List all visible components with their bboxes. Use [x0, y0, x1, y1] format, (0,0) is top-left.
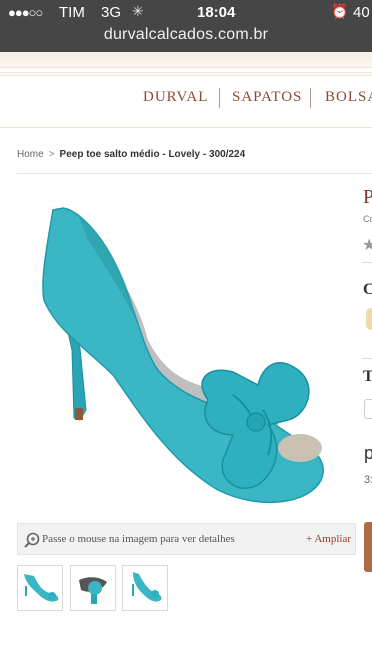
thumbnail-3[interactable] — [122, 565, 168, 611]
network-type: 3G — [101, 4, 122, 21]
magnifier-icon — [24, 532, 40, 548]
divider — [362, 358, 372, 359]
shoe-thumbnail-icon — [24, 574, 59, 602]
size-select[interactable] — [364, 399, 372, 419]
status-bar: ●●●○○ TIM 3G ✳ 18:04 ⏰ 40 durvalcalcados… — [0, 0, 372, 52]
signal-strength: ●●●○○ — [8, 5, 43, 20]
installments: 3: — [364, 474, 372, 486]
breadcrumb-separator: > — [48, 149, 55, 160]
breadcrumb-current: Peep toe salto médio - Lovely - 300/224 — [59, 149, 246, 160]
color-swatch[interactable] — [366, 308, 372, 330]
product-code: Cc — [363, 214, 372, 224]
main-navigation: DURVAL SAPATOS BOLSA — [0, 68, 372, 128]
buy-button[interactable] — [364, 522, 372, 572]
header-band — [0, 52, 372, 68]
price: p — [364, 443, 372, 463]
zoom-hint-bar: Passe o mouse na imagem para ver detalhe… — [17, 523, 356, 555]
nav-item-bolsas[interactable]: BOLSA — [325, 89, 372, 106]
shoe-thumbnail-icon — [79, 577, 107, 604]
nav-separator — [310, 88, 311, 108]
divider — [17, 173, 372, 174]
size-heading: T — [363, 368, 372, 385]
product-image[interactable] — [18, 180, 355, 518]
zoom-hint-text: Passe o mouse na imagem para ver detalhe… — [42, 533, 235, 545]
color-heading: C — [363, 281, 372, 298]
product-title: P — [363, 186, 372, 208]
breadcrumb-home-link[interactable]: Home — [17, 149, 44, 160]
thumbnail-1[interactable] — [17, 565, 63, 611]
nav-divider — [0, 72, 372, 76]
clock: 18:04 — [197, 4, 236, 21]
breadcrumb: Home > Peep toe salto médio - Lovely - 300… — [17, 149, 245, 160]
thumbnail-2[interactable] — [70, 565, 116, 611]
rating-star-icon[interactable]: ★ — [362, 235, 372, 255]
nav-separator — [219, 88, 220, 108]
alarm-icon: ⏰ — [331, 3, 349, 19]
nav-item-sapatos[interactable]: SAPATOS — [232, 89, 302, 106]
activity-spinner-icon: ✳ — [132, 3, 144, 19]
battery-level: 40 — [353, 4, 370, 21]
shoe-thumbnail-icon — [132, 572, 162, 602]
shoe-illustration — [42, 207, 324, 504]
carrier-name: TIM — [59, 4, 85, 21]
nav-item-durval[interactable]: DURVAL — [143, 89, 208, 106]
enlarge-link[interactable]: + Ampliar — [306, 533, 351, 545]
address-bar[interactable]: durvalcalcados.com.br — [0, 26, 372, 44]
divider — [362, 262, 372, 263]
